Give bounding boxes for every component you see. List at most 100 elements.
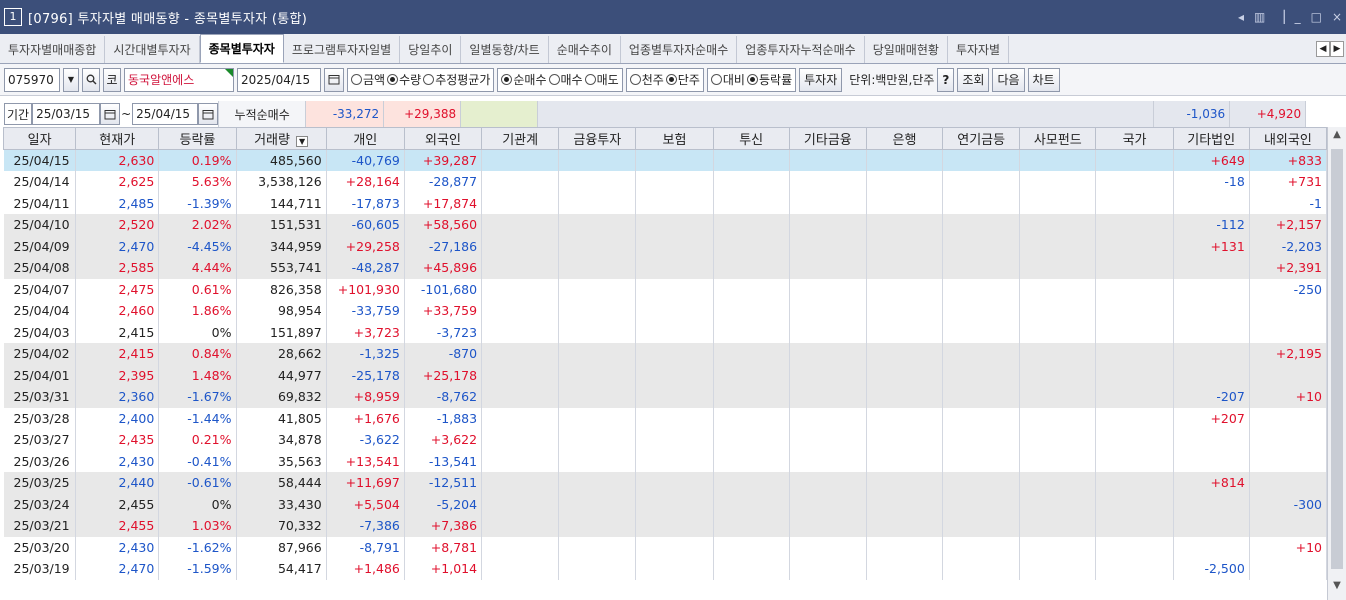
radio-icon[interactable] bbox=[387, 74, 399, 85]
table-row[interactable]: 25/03/24 2,455 0% 33,430 +5,504 -5,204 -300 bbox=[3, 493, 1328, 515]
column-header-5[interactable]: 외국인 bbox=[403, 127, 483, 150]
tab-left-icon[interactable]: ◀ bbox=[1316, 41, 1330, 57]
column-header-15[interactable]: 기타법인 bbox=[1172, 127, 1250, 150]
tab-10[interactable]: 투자자별 bbox=[948, 36, 1010, 63]
radio-icon[interactable] bbox=[501, 74, 513, 85]
table-row[interactable]: 25/03/25 2,440 -0.61% 58,444 +11,697 -12,511 +… bbox=[3, 472, 1328, 494]
from-calendar-icon[interactable] bbox=[100, 103, 121, 125]
table-row[interactable]: 25/03/20 2,430 -1.62% 87,966 -8,791 +8,781 +10 bbox=[3, 536, 1328, 558]
trade-option-1[interactable]: 매수 bbox=[548, 71, 583, 88]
table-row[interactable]: 25/04/01 2,395 1.48% 44,977 -25,178 +25,178 bbox=[3, 364, 1328, 386]
radio-icon[interactable] bbox=[351, 74, 362, 85]
chart-button[interactable]: 차트 bbox=[1027, 67, 1060, 92]
compare-option-0[interactable]: 대비 bbox=[710, 71, 745, 88]
table-row[interactable]: 25/04/08 2,585 4.44% 553,741 -48,287 +45,896 +… bbox=[3, 257, 1328, 279]
cell-dom-foreign: +2,391 bbox=[1249, 257, 1328, 279]
search-icon[interactable] bbox=[82, 67, 100, 92]
calendar-icon[interactable] bbox=[324, 67, 344, 92]
table-row[interactable]: 25/03/27 2,435 0.21% 34,878 -3,622 +3,622 bbox=[3, 429, 1328, 451]
tab-right-icon[interactable]: ▶ bbox=[1330, 41, 1344, 57]
column-header-10[interactable]: 기타금융 bbox=[788, 127, 867, 150]
tab-8[interactable]: 업종투자자누적순매수 bbox=[737, 36, 865, 63]
column-header-7[interactable]: 금융투자 bbox=[558, 127, 637, 150]
table-row[interactable]: 25/03/21 2,455 1.03% 70,332 -7,386 +7,386 bbox=[3, 515, 1328, 537]
tab-0[interactable]: 투자자별매매종합 bbox=[0, 36, 106, 63]
column-header-0[interactable]: 일자 bbox=[2, 127, 77, 150]
next-button[interactable]: 다음 bbox=[992, 67, 1025, 92]
table-row[interactable]: 25/03/26 2,430 -0.41% 35,563 +13,541 -13,541 bbox=[3, 450, 1328, 472]
column-header-11[interactable]: 은행 bbox=[865, 127, 944, 150]
table-row[interactable]: 25/03/19 2,470 -1.59% 54,417 +1,486 +1,014 -2,… bbox=[3, 558, 1328, 580]
trade-option-0[interactable]: 순매수 bbox=[501, 71, 547, 88]
column-header-4[interactable]: 개인 bbox=[325, 127, 405, 150]
search-button[interactable]: 조회 bbox=[957, 67, 990, 92]
column-header-2[interactable]: 등락률 bbox=[158, 127, 237, 150]
table-row[interactable]: 25/04/07 2,475 0.61% 826,358 +101,930 -101,68… bbox=[3, 278, 1328, 300]
radio-icon[interactable] bbox=[548, 74, 560, 85]
tab-5[interactable]: 일별동향/차트 bbox=[461, 36, 549, 63]
table-row[interactable]: 25/04/11 2,485 -1.39% 144,711 -17,873 +17,874… bbox=[3, 192, 1328, 214]
table-row[interactable]: 25/03/31 2,360 -1.67% 69,832 +8,959 -8,762 -20… bbox=[3, 386, 1328, 408]
amount-option-2[interactable]: 추정평균가 bbox=[423, 71, 490, 88]
radio-icon[interactable] bbox=[629, 74, 641, 85]
table-row[interactable]: 25/04/15 2,630 0.19% 485,560 -40,769 +39,287 +… bbox=[3, 149, 1328, 171]
radio-icon[interactable] bbox=[665, 74, 677, 85]
column-header-14[interactable]: 국가 bbox=[1095, 127, 1174, 150]
investor-button[interactable]: 투자자 bbox=[799, 67, 843, 92]
radio-icon[interactable] bbox=[584, 74, 596, 85]
column-header-6[interactable]: 기관계 bbox=[481, 127, 560, 150]
cell-dom-foreign bbox=[1249, 515, 1328, 537]
period-to-input[interactable]: 25/04/15 bbox=[132, 103, 199, 125]
trade-option-2[interactable]: 매도 bbox=[584, 71, 619, 88]
date-input[interactable]: 2025/04/15 bbox=[237, 67, 321, 92]
maximize-icon[interactable]: □ bbox=[1311, 10, 1322, 24]
stock-code-input[interactable]: 075970 bbox=[4, 67, 60, 92]
table-row[interactable]: 25/04/10 2,520 2.02% 151,531 -60,605 +58,560 -… bbox=[3, 214, 1328, 236]
cell-empty bbox=[866, 364, 944, 386]
sort-dropdown-icon[interactable]: ▼ bbox=[295, 136, 309, 147]
column-header-13[interactable]: 사모펀드 bbox=[1019, 127, 1097, 150]
table-row[interactable]: 25/04/14 2,625 5.63% 3,538,126 +28,164 -28,87… bbox=[3, 171, 1328, 193]
tab-3[interactable]: 프로그램투자자일별 bbox=[284, 36, 401, 63]
unit-option-0[interactable]: 천주 bbox=[629, 71, 664, 88]
market-tag[interactable]: 코 bbox=[103, 67, 121, 92]
vertical-scrollbar[interactable]: ▲ ▼ bbox=[1327, 127, 1346, 600]
radio-icon[interactable] bbox=[423, 74, 435, 85]
scroll-down-icon[interactable]: ▼ bbox=[1328, 580, 1346, 598]
layout-icon[interactable]: ▥ bbox=[1254, 10, 1265, 24]
radio-icon[interactable] bbox=[746, 74, 758, 85]
tab-6[interactable]: 순매수추이 bbox=[549, 36, 621, 63]
cell-empty bbox=[713, 321, 790, 343]
to-calendar-icon[interactable] bbox=[198, 103, 219, 125]
table-row[interactable]: 25/04/04 2,460 1.86% 98,954 -33,759 +33,759 bbox=[3, 300, 1328, 322]
scroll-thumb[interactable] bbox=[1331, 149, 1343, 569]
column-header-3[interactable]: 거래량 ▼ bbox=[235, 127, 327, 150]
tab-4[interactable]: 당일추이 bbox=[400, 36, 462, 63]
column-header-9[interactable]: 투신 bbox=[712, 127, 790, 150]
period-from-input[interactable]: 25/03/15 bbox=[32, 103, 101, 125]
table-row[interactable]: 25/04/03 2,415 0% 151,897 +3,723 -3,723 bbox=[3, 321, 1328, 343]
help-button[interactable]: ? bbox=[937, 67, 955, 92]
amount-option-1[interactable]: 수량 bbox=[387, 71, 421, 88]
stock-name-field[interactable]: 동국알앤에스 bbox=[124, 67, 234, 92]
column-header-1[interactable]: 현재가 bbox=[75, 127, 160, 150]
unit-option-1[interactable]: 단주 bbox=[665, 71, 700, 88]
column-header-16[interactable]: 내외국인 bbox=[1248, 127, 1328, 150]
tab-2[interactable]: 종목별투자자 bbox=[199, 34, 284, 63]
tab-7[interactable]: 업종별투자자순매수 bbox=[621, 36, 738, 63]
code-dropdown-icon[interactable]: ▼ bbox=[63, 67, 79, 92]
minimize-icon[interactable]: _ bbox=[1295, 10, 1301, 24]
tab-1[interactable]: 시간대별투자자 bbox=[105, 36, 200, 63]
table-row[interactable]: 25/04/09 2,470 -4.45% 344,959 +29,258 -27,186… bbox=[3, 235, 1328, 257]
table-row[interactable]: 25/04/02 2,415 0.84% 28,662 -1,325 -870 +2,195 bbox=[3, 343, 1328, 365]
tab-9[interactable]: 당일매매현황 bbox=[865, 36, 948, 63]
table-row[interactable]: 25/03/28 2,400 -1.44% 41,805 +1,676 -1,883 +20… bbox=[3, 407, 1328, 429]
scroll-up-icon[interactable]: ▲ bbox=[1328, 129, 1346, 147]
column-header-12[interactable]: 연기금등 bbox=[942, 127, 1021, 150]
close-icon[interactable]: × bbox=[1332, 10, 1342, 24]
column-header-8[interactable]: 보험 bbox=[635, 127, 714, 150]
compare-option-1[interactable]: 등락률 bbox=[746, 71, 792, 88]
prev-window-icon[interactable]: ◂ bbox=[1238, 10, 1244, 24]
amount-option-0[interactable]: 금액 bbox=[351, 71, 385, 88]
radio-icon[interactable] bbox=[710, 74, 722, 85]
